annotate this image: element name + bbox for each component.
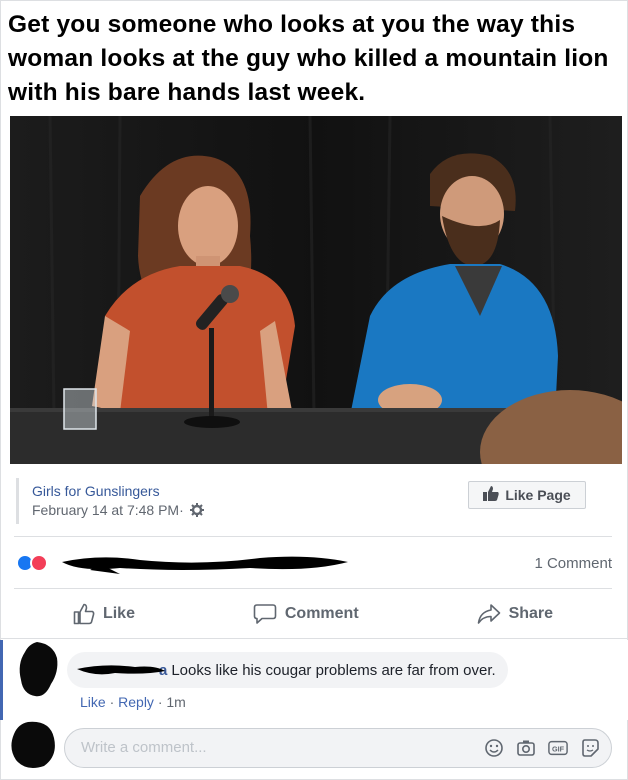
share-arrow-icon — [477, 604, 500, 624]
avatar[interactable] — [17, 640, 61, 700]
date-separator: · — [179, 502, 184, 518]
thumbs-up-icon — [73, 603, 95, 625]
gear-icon[interactable] — [189, 503, 204, 517]
press-conference-photo — [10, 116, 622, 464]
post-date[interactable]: February 14 at 7:48 PM — [32, 502, 179, 518]
divider — [0, 638, 628, 639]
post-timestamp: February 14 at 7:48 PM · — [32, 502, 204, 518]
comment-text: Looks like his cougar problems are far f… — [171, 661, 496, 679]
comment-like-link[interactable]: Like — [80, 694, 106, 710]
meme-caption: Get you someone who looks at you the way… — [8, 11, 609, 106]
comment-label: Comment — [284, 605, 359, 622]
gif-icon[interactable]: GIF — [548, 738, 568, 758]
comment-count[interactable]: 1 Comment — [534, 555, 612, 572]
thumbs-up-icon — [483, 486, 499, 504]
share-label: Share — [508, 605, 554, 622]
page-name-link[interactable]: Girls for Gunslingers — [32, 483, 160, 499]
post-actions: Like Comment Share — [14, 596, 612, 632]
comment-input-tools: GIF — [484, 738, 600, 758]
speech-bubble-icon — [253, 604, 277, 624]
reaction-summary[interactable] — [16, 553, 48, 573]
svg-text:GIF: GIF — [552, 745, 565, 754]
divider — [14, 588, 612, 589]
smiley-icon[interactable] — [484, 738, 504, 758]
redaction-scribble — [62, 556, 348, 574]
share-button[interactable]: Share — [477, 603, 553, 625]
comment-item: a Looks like his cougar problems are far… — [0, 640, 628, 720]
comment-bubble: a Looks like his cougar problems are far… — [67, 652, 508, 688]
sticker-icon[interactable] — [580, 738, 600, 758]
camera-icon[interactable] — [516, 738, 536, 758]
like-button[interactable]: Like — [73, 603, 135, 625]
name-redaction-scribble — [77, 664, 165, 674]
avatar — [11, 721, 55, 768]
like-page-button[interactable]: Like Page — [468, 481, 586, 509]
comment-reply-link[interactable]: Reply — [118, 694, 154, 710]
like-page-label: Like Page — [505, 487, 571, 503]
comment-time[interactable]: 1m — [166, 694, 185, 710]
commenter-name[interactable]: a — [77, 662, 167, 679]
compose-comment-row: Write a comment... GIF — [0, 720, 628, 780]
love-reaction-icon — [30, 554, 48, 572]
divider — [14, 536, 612, 537]
comment-meta: Like · Reply · 1m — [80, 694, 186, 710]
like-label: Like — [102, 605, 135, 622]
post-photo[interactable] — [10, 116, 622, 464]
comment-button[interactable]: Comment — [253, 603, 359, 625]
